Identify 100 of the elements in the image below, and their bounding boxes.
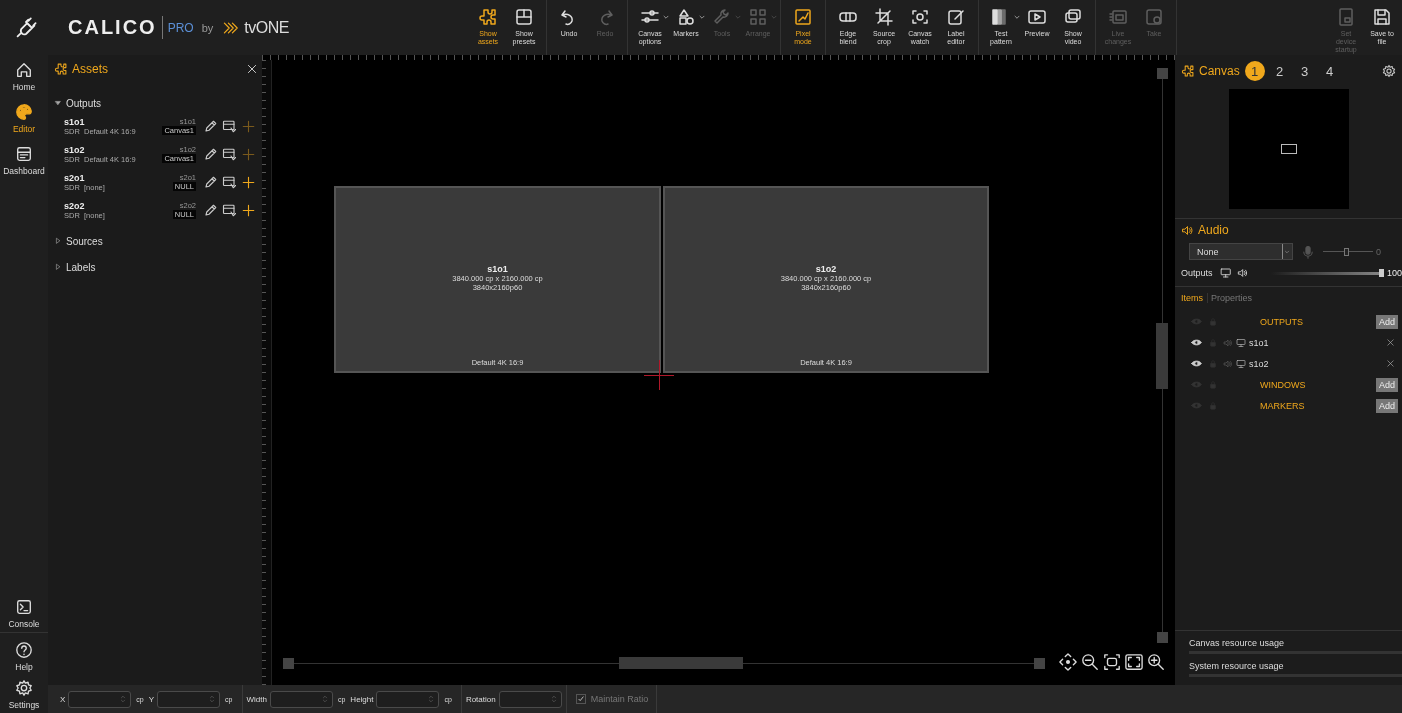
settings-button[interactable]	[1382, 64, 1396, 78]
field-label: X	[60, 694, 66, 704]
crop-icon	[874, 7, 894, 27]
help-icon	[15, 640, 33, 659]
output-name[interactable]: s2o1	[64, 172, 173, 183]
checkmark-icon	[576, 695, 585, 703]
scroll-button[interactable]	[1156, 632, 1168, 643]
canvas-tab[interactable]: 3	[1294, 61, 1315, 81]
settings-icon	[1382, 64, 1396, 78]
screen-icon	[1108, 7, 1128, 27]
edit-icon	[946, 7, 966, 27]
edition-label: PRO	[167, 20, 194, 35]
collapsed-arrow-icon	[54, 263, 62, 271]
assign-button[interactable]	[222, 202, 237, 218]
pencil-icon	[203, 146, 218, 162]
monitor-icon	[1236, 337, 1246, 348]
remove-button[interactable]	[1386, 338, 1395, 347]
spinner-icon	[549, 693, 558, 705]
number-field[interactable]	[498, 690, 562, 708]
window-title: s1o2	[815, 264, 837, 274]
puzzle-icon	[478, 7, 498, 27]
speaker-icon	[1223, 358, 1233, 369]
tree-node[interactable]: Outputs	[54, 97, 102, 109]
canvas-tab[interactable]: 2	[1269, 61, 1290, 81]
usage-label: System resource usage	[1189, 661, 1285, 671]
by-label: by	[201, 21, 214, 34]
number-field[interactable]	[157, 690, 221, 708]
caret-icon	[770, 13, 778, 21]
panel-title: Assets	[72, 62, 108, 76]
item-label[interactable]: s1o2	[1249, 358, 1386, 369]
plus-icon	[241, 202, 256, 218]
nav-item[interactable]: Dashboard	[0, 139, 48, 181]
home-icon	[15, 60, 33, 79]
number-field[interactable]	[68, 690, 132, 708]
scroll-button[interactable]	[283, 657, 294, 669]
assign-button[interactable]	[222, 174, 237, 190]
slider[interactable]	[1271, 269, 1384, 277]
source-dropdown[interactable]: None	[1189, 243, 1293, 260]
scroll-thumb[interactable]	[1156, 322, 1168, 389]
fullscreen-icon[interactable]	[1125, 653, 1143, 671]
wrench-icon	[712, 7, 732, 27]
group-label: OUTPUTS	[1260, 316, 1304, 327]
spinner-icon	[208, 693, 217, 705]
edit-button[interactable]	[203, 174, 218, 190]
panel-tab[interactable]: Properties	[1211, 293, 1257, 303]
add-button[interactable]: Add	[1376, 377, 1398, 392]
canvas-tab[interactable]: 4	[1319, 61, 1340, 81]
eye-icon[interactable]	[1191, 337, 1202, 348]
nav-item[interactable]: Editor	[0, 97, 48, 139]
close-icon	[246, 63, 258, 75]
tree-node[interactable]: Labels	[54, 261, 96, 273]
outputs-label: Outputs	[1181, 268, 1213, 278]
scroll-button[interactable]	[1034, 657, 1045, 669]
add-button[interactable]: Add	[1376, 398, 1398, 413]
output-name[interactable]: s1o1	[64, 116, 163, 127]
move-icon[interactable]	[1059, 653, 1077, 671]
item-label[interactable]: s1o1	[1249, 337, 1386, 348]
output-name[interactable]: s2o2	[64, 200, 173, 211]
edit-button[interactable]	[203, 118, 218, 134]
microphone-icon	[1301, 243, 1315, 260]
spinner-icon	[427, 693, 436, 705]
canvas-tab[interactable]: 1	[1244, 61, 1265, 81]
level-reading: 100	[1386, 268, 1402, 278]
eye-icon[interactable]	[1191, 358, 1202, 369]
caret-icon	[734, 13, 742, 21]
close-button[interactable]	[246, 63, 258, 75]
add-button[interactable]: Add	[1376, 314, 1398, 329]
palette-icon	[15, 102, 33, 121]
pencil-icon	[203, 174, 218, 190]
assign-button[interactable]	[222, 146, 237, 162]
nav-item[interactable]: Help	[0, 637, 48, 675]
assign-button[interactable]	[222, 118, 237, 134]
edit-button[interactable]	[203, 146, 218, 162]
fit-icon[interactable]	[1103, 653, 1121, 671]
caret-icon	[698, 13, 706, 21]
add-button[interactable]	[241, 174, 256, 190]
add-button[interactable]	[241, 202, 256, 218]
scroll-thumb[interactable]	[619, 657, 743, 669]
field-label: Width	[246, 694, 267, 704]
nav-item[interactable]: Settings	[0, 675, 48, 713]
monitor-icon	[1236, 358, 1246, 369]
number-field[interactable]	[376, 690, 440, 708]
output-name[interactable]: s1o2	[64, 144, 163, 155]
nav-item[interactable]: Home	[0, 55, 48, 97]
pixel-icon	[793, 7, 813, 27]
plus-icon	[241, 174, 256, 190]
tree-node[interactable]: Sources	[54, 235, 103, 247]
zoom-out-icon[interactable]	[1081, 653, 1099, 671]
preview-window	[1280, 144, 1297, 154]
monitor-icon	[1219, 266, 1231, 280]
brand-name: tvONE	[244, 18, 289, 37]
level-reading: 0	[1376, 246, 1381, 257]
remove-button[interactable]	[1386, 359, 1395, 368]
usage-label: Canvas resource usage	[1189, 638, 1286, 648]
number-field[interactable]	[269, 690, 333, 708]
panel-tab[interactable]: Items	[1181, 293, 1208, 303]
camera-icon	[910, 7, 930, 27]
edit-button[interactable]	[203, 202, 218, 218]
scroll-button[interactable]	[1156, 68, 1168, 79]
zoom-in-icon[interactable]	[1147, 653, 1165, 671]
